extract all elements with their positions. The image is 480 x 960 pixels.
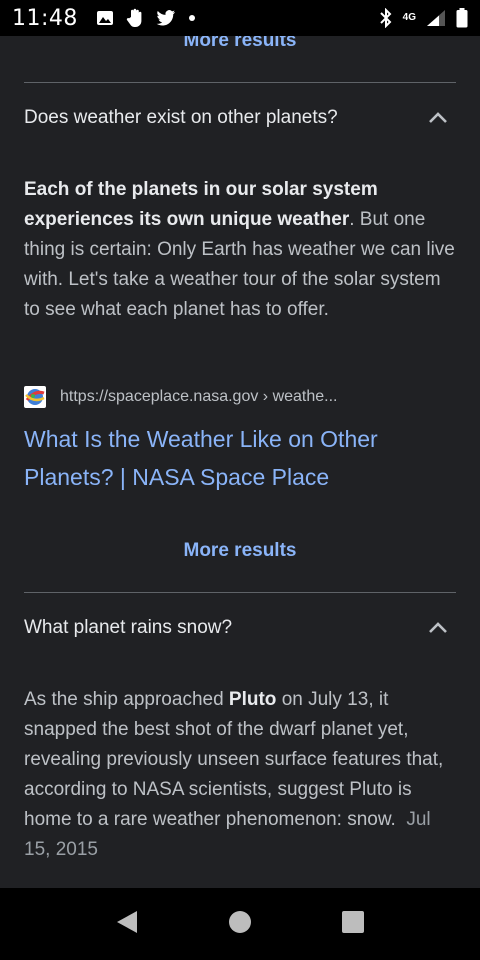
- more-results-link[interactable]: More results: [0, 540, 480, 562]
- faq-question-planet-snow[interactable]: What planet rains snow?: [24, 613, 456, 643]
- chevron-up-icon: [429, 622, 447, 633]
- image-icon: [96, 10, 114, 26]
- result-source[interactable]: https://spaceplace.nasa.gov › weathe...: [24, 386, 338, 408]
- dot-icon: [188, 14, 196, 22]
- clock: 11:48: [12, 5, 78, 31]
- back-icon[interactable]: [115, 909, 139, 940]
- nasa-spaceplace-icon: [24, 386, 46, 408]
- twitter-icon: [156, 10, 176, 26]
- answer-planet-snow: As the ship approached Pluto on July 13,…: [24, 685, 456, 865]
- answer-bold: Each of the planets in our solar system …: [24, 179, 378, 230]
- recents-icon[interactable]: [341, 910, 365, 939]
- home-icon[interactable]: [228, 910, 252, 939]
- divider: [24, 592, 456, 593]
- answer-weather-planets: Each of the planets in our solar system …: [24, 175, 456, 325]
- bluetooth-icon: [379, 8, 393, 28]
- answer-bold: Pluto: [228, 689, 277, 710]
- battery-icon: [456, 8, 468, 28]
- source-url: https://spaceplace.nasa.gov › weathe...: [60, 388, 338, 405]
- network-type-label: 4G: [402, 12, 416, 23]
- hand-icon: [126, 8, 144, 28]
- result-title-link[interactable]: What Is the Weather Like on Other Planet…: [24, 420, 456, 496]
- question-text: What planet rains snow?: [24, 617, 233, 638]
- chevron-up-icon: [429, 112, 447, 123]
- signal-icon: [426, 9, 446, 27]
- faq-question-weather-planets[interactable]: Does weather exist on other planets?: [24, 103, 456, 133]
- more-results-link[interactable]: More results: [0, 36, 480, 52]
- search-results: More results Does weather exist on other…: [0, 36, 480, 888]
- answer-text: on July 13, it snapped the best shot of …: [24, 689, 444, 830]
- answer-text: As the ship approached: [24, 689, 229, 710]
- status-bar: 11:48 4G: [0, 0, 480, 36]
- divider: [24, 82, 456, 83]
- question-text: Does weather exist on other planets?: [24, 107, 338, 128]
- navigation-bar: [0, 888, 480, 960]
